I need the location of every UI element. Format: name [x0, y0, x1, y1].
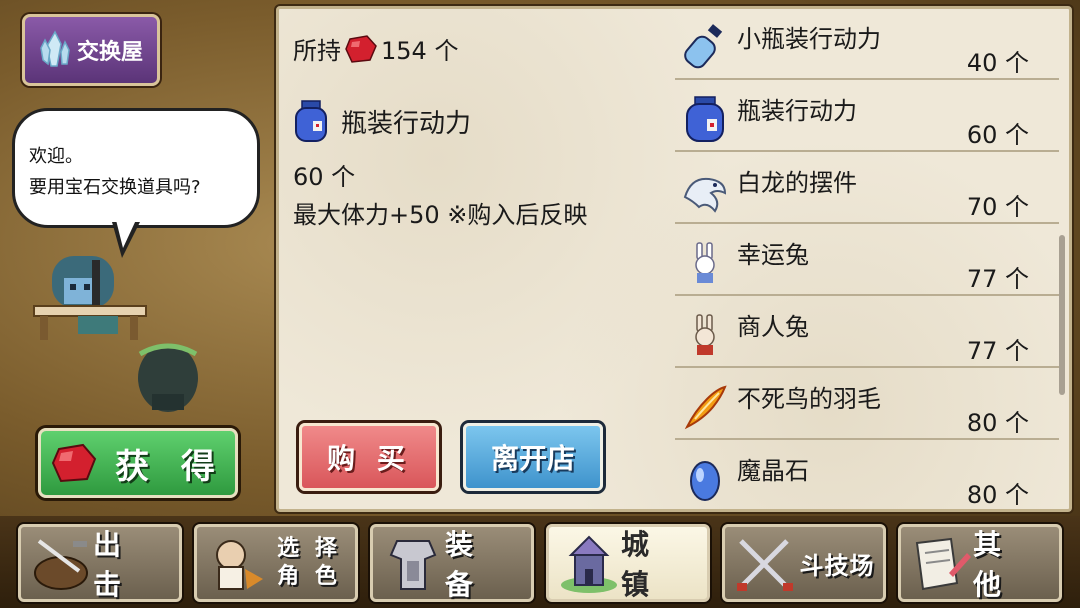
- nav-character-select-line-1: 选 择: [277, 536, 341, 561]
- nav-town[interactable]: 城 镇: [546, 524, 710, 602]
- item-list-scrollbar[interactable]: [1059, 235, 1065, 395]
- item-price: 80 个: [966, 409, 1029, 437]
- item-name: 商人兔: [737, 313, 809, 341]
- nav-equipment-label: 装 备: [445, 528, 480, 601]
- owned-gems: 所持 154 个: [293, 31, 458, 66]
- nav-arena[interactable]: 斗技场: [722, 524, 886, 602]
- nav-equipment[interactable]: 装 备: [370, 524, 534, 602]
- buy-button[interactable]: 购 买: [299, 423, 439, 491]
- item-name: 幸运兔: [737, 241, 809, 269]
- nav-town-label: 城 镇: [621, 528, 656, 601]
- gem-icon: [51, 443, 97, 483]
- list-item[interactable]: 商人兔 77 个: [675, 297, 1059, 368]
- list-item[interactable]: 魔晶石 80 个: [675, 441, 1059, 509]
- selected-item-cost: 60 个: [293, 163, 356, 191]
- town-icon: [561, 535, 617, 593]
- nav-other-label: 其 他: [973, 528, 1008, 601]
- leave-shop-button[interactable]: 离开店: [463, 423, 603, 491]
- lucky-rabbit-icon: [695, 242, 715, 283]
- list-item[interactable]: 幸运兔 77 个: [675, 225, 1059, 296]
- nav-character-select-label: 选 择 角 色: [269, 527, 349, 599]
- item-name: 小瓶装行动力: [737, 25, 881, 53]
- item-price: 40 个: [966, 49, 1029, 77]
- list-item[interactable]: 不死鸟的羽毛 80 个: [675, 369, 1059, 440]
- character-select-icon: [216, 540, 263, 590]
- owned-label: 所持: [293, 37, 341, 65]
- speech-bubble-tail-fill: [116, 220, 136, 248]
- magic-crystal-icon: [690, 461, 720, 501]
- phoenix-feather-icon: [684, 385, 727, 430]
- nav-other[interactable]: 其 他: [898, 524, 1062, 602]
- bottom-nav: 出 击 选 择 角 色 装 备 城 镇 斗技场 其 他: [0, 516, 1080, 608]
- selected-item-name: 瓶装行动力: [341, 108, 472, 139]
- shop-title: 交换屋: [76, 40, 143, 65]
- other-icon: [915, 537, 971, 591]
- get-button-label: 获 得: [115, 446, 225, 487]
- nav-sortie[interactable]: 出 击: [18, 524, 182, 602]
- nav-character-select[interactable]: 选 择 角 色: [194, 524, 358, 602]
- equipment-icon: [389, 540, 437, 590]
- list-item[interactable]: 瓶装行动力 60 个: [675, 81, 1059, 152]
- crystal-icon: [40, 30, 70, 67]
- item-name: 瓶装行动力: [737, 97, 857, 125]
- shop-panel: 所持 154 个 瓶装行动力 60 个 最大体力+50 ※购入后反映 购 买 离…: [276, 6, 1072, 512]
- merchant-rabbit-icon: [695, 314, 715, 355]
- selected-item-header: 瓶装行动力: [293, 99, 471, 143]
- list-item[interactable]: 白龙的摆件 70 个: [675, 153, 1059, 224]
- potion-jar-icon: [295, 100, 327, 142]
- nav-sortie-label: 出 击: [93, 528, 128, 601]
- item-price: 70 个: [966, 193, 1029, 221]
- speech-bubble: 欢迎。 要用宝石交换道具吗?: [12, 108, 260, 228]
- list-item[interactable]: 小瓶装行动力 40 个: [675, 9, 1059, 80]
- greeting-line-1: 欢迎。: [29, 146, 83, 167]
- item-name: 魔晶石: [737, 457, 809, 485]
- item-price: 77 个: [966, 337, 1029, 365]
- selected-item-description: 最大体力+50 ※购入后反映: [293, 201, 588, 229]
- item-list[interactable]: 小瓶装行动力 40 个 瓶装行动力 60 个 白龙的摆件 70 个 幸运兔 77…: [675, 9, 1059, 509]
- item-name: 白龙的摆件: [737, 169, 857, 197]
- arena-icon: [737, 539, 793, 591]
- get-gems-button[interactable]: 获 得: [38, 428, 238, 498]
- gem-icon: [345, 34, 377, 63]
- shop-title-badge: 交换屋: [22, 14, 160, 86]
- item-price: 80 个: [966, 481, 1029, 509]
- sortie-icon: [34, 539, 88, 590]
- item-price: 77 个: [966, 265, 1029, 293]
- item-name: 不死鸟的羽毛: [737, 385, 881, 413]
- greeting-line-2: 要用宝石交换道具吗?: [29, 177, 201, 198]
- potion-jar-icon: [686, 96, 724, 142]
- owned-count: 154 个: [381, 37, 459, 65]
- white-dragon-icon: [683, 177, 727, 213]
- nav-character-select-line-2: 角 色: [277, 564, 341, 589]
- shopkeeper-sprite: [33, 256, 147, 340]
- nav-arena-label: 斗技场: [799, 551, 875, 580]
- player-sprite: [138, 343, 198, 412]
- item-price: 60 个: [966, 121, 1029, 149]
- small-vial-icon: [684, 24, 723, 69]
